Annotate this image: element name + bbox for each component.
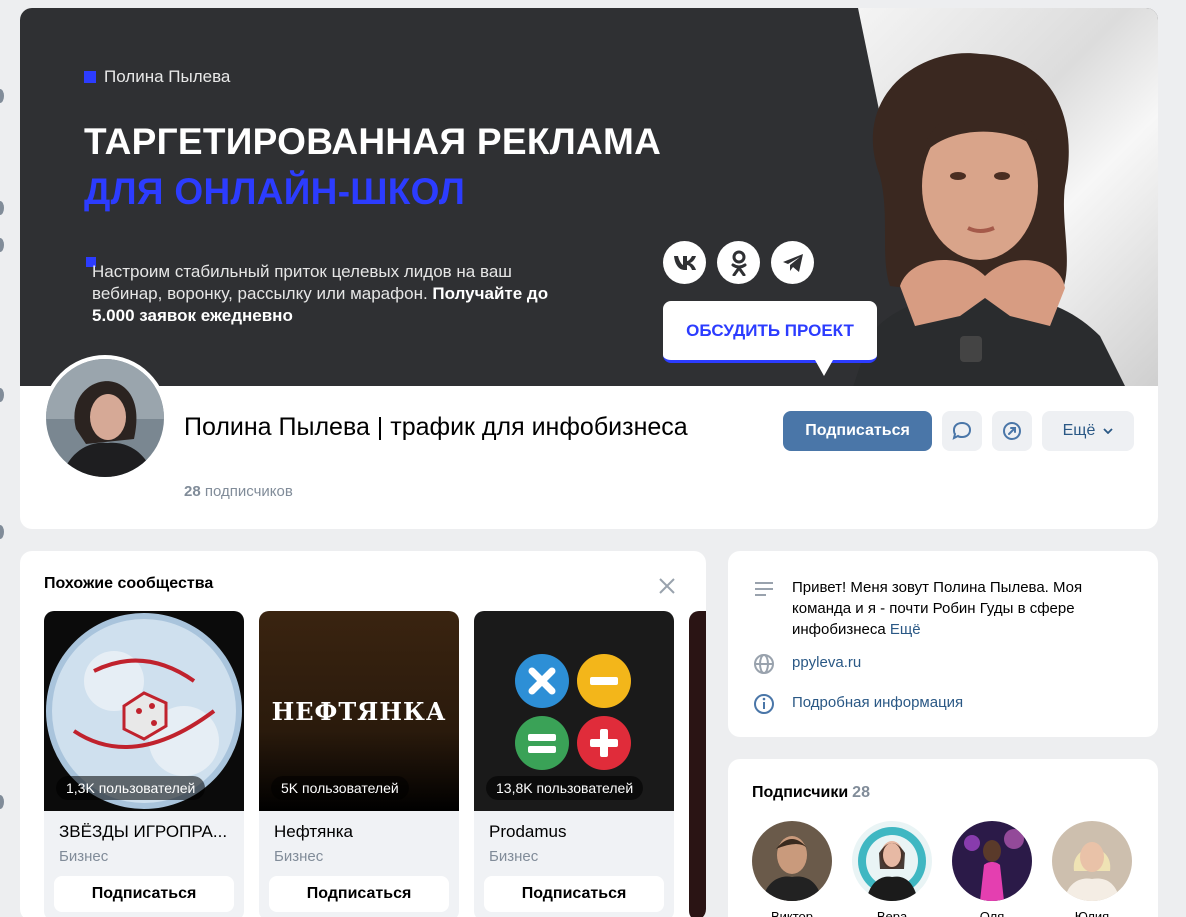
subscriber-item[interactable]: Вера <box>852 821 932 917</box>
more-label: Ещё <box>1062 422 1096 439</box>
share-button[interactable] <box>992 411 1032 451</box>
community-name: Prodamus <box>489 822 567 841</box>
subscriber-name: Виктор <box>770 909 814 917</box>
cover-author-name: Полина Пылева <box>104 67 231 86</box>
about-text: Привет! Меня зовут Полина Пылева. Моя ко… <box>792 577 1122 640</box>
community-card[interactable]: НЕФТЯНКА 5K пользователей Нефтянка Бизне… <box>259 611 459 917</box>
website-link[interactable]: ppyleva.ru <box>792 652 1122 676</box>
community-card-partial[interactable] <box>689 611 706 917</box>
odnoklassniki-icon[interactable] <box>717 241 760 284</box>
cover-subheadline: ДЛЯ ОНЛАЙН-ШКОЛ <box>84 171 466 212</box>
info-icon <box>754 694 774 714</box>
details-row: Подробная информация <box>752 692 1122 716</box>
subscriber-item[interactable]: Юлия <box>1052 821 1132 917</box>
subscribers-number: 28 <box>184 483 201 500</box>
info-card: Привет! Меня зовут Полина Пылева. Моя ко… <box>728 551 1158 737</box>
text-lines-icon <box>755 582 773 596</box>
similar-communities-card: Похожие сообщества 1,3K пользователей ЗВ… <box>20 551 706 917</box>
avatar <box>1052 821 1132 901</box>
community-category: Бизнес <box>489 848 539 865</box>
left-rail <box>0 0 8 917</box>
community-subscribe-button[interactable]: Подписаться <box>269 876 449 912</box>
avatar <box>752 821 832 901</box>
community-subscribe-button[interactable]: Подписаться <box>54 876 234 912</box>
avatar <box>952 821 1032 901</box>
page-title: Полина Пылева | трафик для инфобизнеса <box>184 413 688 441</box>
subscriber-name: Юлия <box>1074 909 1110 917</box>
message-icon <box>952 421 972 440</box>
avatar[interactable] <box>42 355 168 481</box>
details-link[interactable]: Подробная информация <box>792 692 1122 716</box>
subscriber-item[interactable]: Оля <box>952 821 1032 917</box>
about-body: Привет! Меня зовут Полина Пылева. Моя ко… <box>792 579 1083 638</box>
avatar <box>852 821 932 901</box>
cover-headline: ТАРГЕТИРОВАННАЯ РЕКЛАМА <box>84 121 662 162</box>
community-category: Бизнес <box>274 848 324 865</box>
subscribers-title-count: 28 <box>852 784 870 801</box>
website-row: ppyleva.ru <box>752 652 1122 676</box>
subscriber-name: Вера <box>876 909 908 917</box>
community-category: Бизнес <box>59 848 109 865</box>
about-row: Привет! Меня зовут Полина Пылева. Моя ко… <box>752 577 1122 640</box>
community-members: 1,3K пользователей <box>56 776 206 800</box>
subscribe-button[interactable]: Подписаться <box>783 411 932 451</box>
rail-dot <box>0 525 4 539</box>
vk-icon[interactable] <box>663 241 706 284</box>
community-card[interactable]: 13,8K пользователей Prodamus Бизнес Подп… <box>474 611 674 917</box>
discuss-project-button[interactable]: ОБСУДИТЬ ПРОЕКТ <box>663 301 877 363</box>
chevron-down-icon <box>1103 428 1113 434</box>
more-button[interactable]: Ещё <box>1042 411 1134 451</box>
rail-dot <box>0 795 4 809</box>
subscribers-count[interactable]: 28 подписчиков <box>184 483 293 500</box>
rail-dot <box>0 89 4 103</box>
subscribers-title-label: Подписчики <box>752 784 849 801</box>
community-members: 5K пользователей <box>271 776 409 800</box>
community-card[interactable]: 1,3K пользователей ЗВЁЗДЫ ИГРОПРА... Биз… <box>44 611 244 917</box>
blue-square-icon <box>84 71 96 83</box>
community-name: Нефтянка <box>274 822 353 841</box>
cover-banner[interactable]: Полина Пылева ТАРГЕТИРОВАННАЯ РЕКЛАМА ДЛ… <box>20 8 1158 386</box>
rail-dot <box>0 201 4 215</box>
similar-title: Похожие сообщества <box>44 575 214 592</box>
community-name: ЗВЁЗДЫ ИГРОПРА... <box>59 822 228 841</box>
subscribers-title[interactable]: Подписчики 28 <box>752 784 870 802</box>
subscriber-item[interactable]: Виктор <box>752 821 832 917</box>
cover-description: Настроим стабильный приток целевых лидов… <box>92 261 562 327</box>
subscribers-card: Подписчики 28 Виктор Вера Оля Юлия <box>728 759 1158 917</box>
subscribers-label: подписчиков <box>204 483 293 500</box>
community-subscribe-button[interactable]: Подписаться <box>484 876 664 912</box>
globe-icon <box>754 654 774 674</box>
rail-dot <box>0 388 4 402</box>
cover-author: Полина Пылева <box>84 67 230 87</box>
subscriber-name: Оля <box>979 909 1005 917</box>
rail-dot <box>0 238 4 252</box>
social-links <box>663 241 814 284</box>
close-icon[interactable] <box>656 575 678 597</box>
community-members: 13,8K пользователей <box>486 776 644 800</box>
discuss-bubble-tail <box>815 360 833 376</box>
profile-card: Полина Пылева ТАРГЕТИРОВАННАЯ РЕКЛАМА ДЛ… <box>20 8 1158 529</box>
telegram-icon[interactable] <box>771 241 814 284</box>
share-icon <box>1003 422 1021 440</box>
message-button[interactable] <box>942 411 982 451</box>
community-logo-text: НЕФТЯНКА <box>271 697 447 726</box>
about-more-link[interactable]: Ещё <box>890 621 921 638</box>
